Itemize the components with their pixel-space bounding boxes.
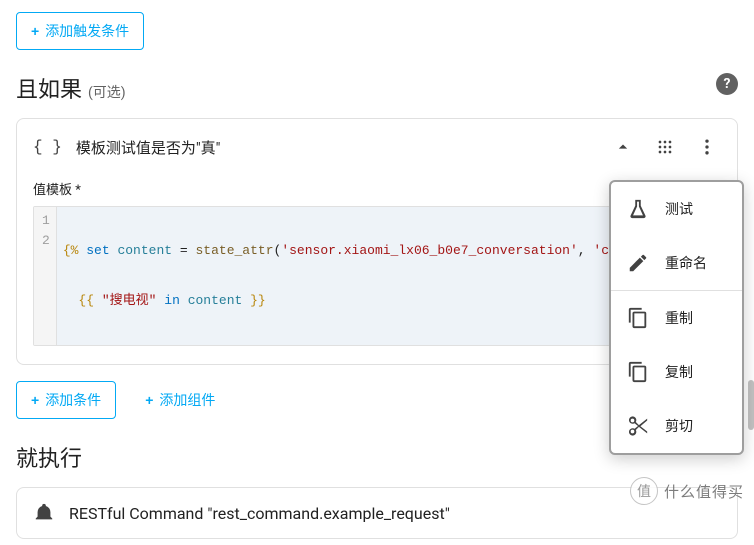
menu-label: 重制 (665, 308, 693, 328)
plus-icon: + (31, 392, 39, 408)
add-component-button[interactable]: + 添加组件 (130, 381, 230, 419)
action-title: RESTful Command "rest_command.example_re… (69, 504, 450, 523)
menu-label: 重命名 (665, 253, 707, 273)
grid-icon (655, 137, 675, 157)
line-gutter: 1 2 (34, 207, 57, 345)
scrollbar[interactable] (748, 0, 754, 511)
menu-label: 剪切 (665, 416, 693, 436)
pencil-icon (627, 252, 649, 274)
section-heading: 且如果 (16, 72, 82, 104)
watermark-text: 什么值得买 (664, 481, 744, 502)
plus-icon: + (145, 392, 153, 408)
optional-label: (可选) (88, 82, 126, 102)
section-heading: 就执行 (16, 441, 82, 473)
collapse-toggle[interactable] (609, 133, 637, 161)
button-label: 添加触发条件 (45, 21, 129, 41)
menu-item-test[interactable]: 测试 (611, 182, 742, 236)
duplicate-icon (627, 307, 649, 329)
menu-label: 复制 (665, 362, 693, 382)
menu-label: 测试 (665, 199, 693, 219)
overflow-menu-button[interactable] (693, 133, 721, 161)
scrollbar-thumb[interactable] (748, 380, 754, 430)
watermark-badge: 值 (630, 477, 658, 505)
copy-icon (627, 361, 649, 383)
menu-item-duplicate[interactable]: 重制 (611, 291, 742, 345)
overflow-menu: 测试 重命名 重制 复制 剪切 (609, 180, 744, 455)
button-label: 添加组件 (159, 390, 215, 410)
template-icon: { } (33, 138, 62, 156)
scissors-icon (627, 415, 649, 437)
plus-icon: + (31, 23, 39, 39)
dots-vertical-icon (697, 137, 717, 157)
button-label: 添加条件 (45, 390, 101, 410)
help-icon[interactable]: ? (716, 73, 738, 95)
add-condition-button[interactable]: + 添加条件 (16, 381, 116, 419)
drag-handle[interactable] (651, 133, 679, 161)
menu-item-rename[interactable]: 重命名 (611, 236, 742, 290)
condition-title: 模板测试值是否为"真" (76, 137, 221, 158)
add-trigger-condition-button[interactable]: + 添加触发条件 (16, 12, 144, 50)
section-and-if-title: 且如果 (可选) (16, 72, 126, 104)
menu-item-copy[interactable]: 复制 (611, 345, 742, 399)
bell-icon (33, 502, 55, 524)
watermark: 值 什么值得买 (630, 477, 744, 505)
menu-item-cut[interactable]: 剪切 (611, 399, 742, 453)
chevron-up-icon (613, 137, 633, 157)
flask-icon (627, 198, 649, 220)
